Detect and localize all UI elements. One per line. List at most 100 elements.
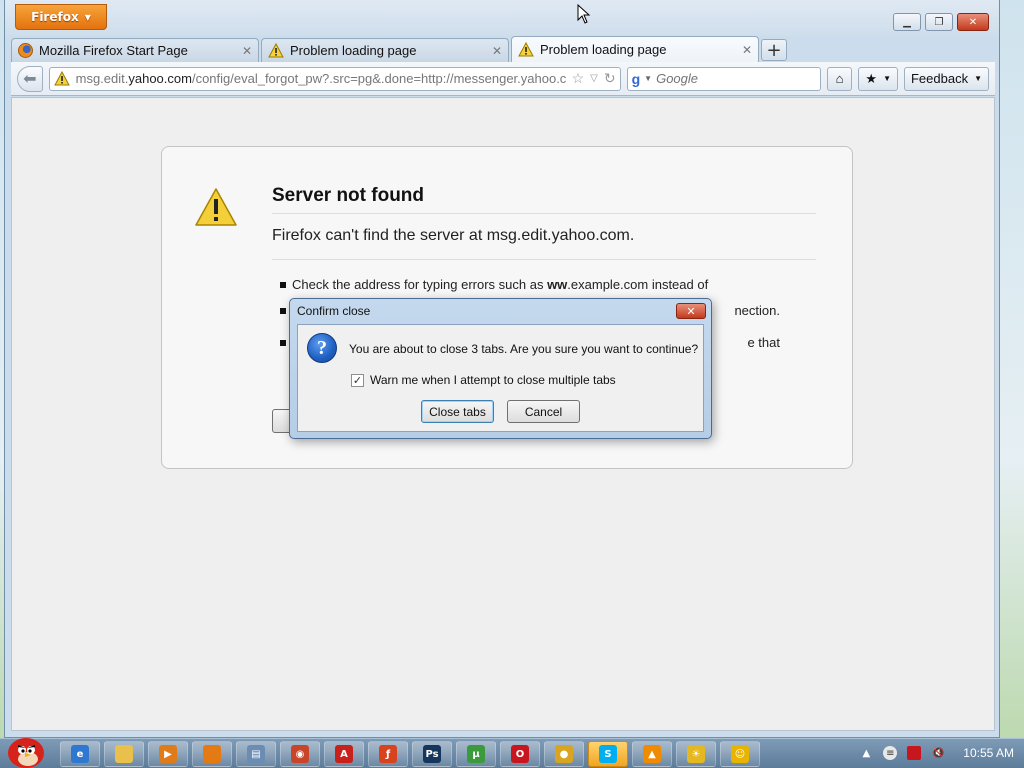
google-icon[interactable]: g [632,71,641,87]
bookmarks-star-icon: ★ [865,70,878,86]
chevron-down-icon[interactable]: ▼ [644,74,652,83]
minimize-icon: ▁ [903,16,911,28]
taskbar-item-internet-explorer[interactable]: e [60,741,100,767]
cancel-button[interactable]: Cancel [507,400,580,423]
tab-title: Mozilla Firefox Start Page [39,43,188,58]
mouse-cursor-icon [577,4,591,24]
url-bar[interactable]: msg.edit.yahoo.com/config/eval_forgot_pw… [48,66,621,91]
tab-problem-loading-2[interactable]: Problem loading page ✕ [511,36,759,62]
warn-checkbox-label[interactable]: Warn me when I attempt to close multiple… [370,373,616,387]
navigation-toolbar: ⬅ msg.edit.yahoo.com/config/eval_forgot_… [11,62,995,96]
title-bar: Firefox ▼ ▁ ❐ ✕ [5,0,999,36]
confirm-close-dialog: Confirm close ✕ ? You are about to close… [289,298,712,439]
acrobat-icon: A [335,745,353,763]
dialog-title: Confirm close [297,304,371,318]
firefox-menu-button[interactable]: Firefox ▼ [15,4,107,30]
media-player-icon: ▶ [159,745,177,763]
vlc-icon: ▲ [643,745,661,763]
flash-icon: ƒ [379,745,397,763]
clock[interactable]: 10:55 AM [963,746,1014,760]
url-domain: yahoo.com [128,71,192,86]
taskbar-item-opera[interactable]: O [500,741,540,767]
network-icon[interactable]: ≡ [883,746,898,760]
volume-muted-icon[interactable]: 🔇 [931,746,945,760]
close-icon: ✕ [686,304,696,318]
cancel-label: Cancel [524,404,563,419]
feedback-label: Feedback [910,71,969,86]
close-window-button[interactable]: ✕ [957,13,989,31]
error-title: Server not found [272,185,816,214]
dialog-body: ? You are about to close 3 tabs. Are you… [297,324,704,432]
firefox-icon [18,43,33,58]
app-icon: ▤ [247,745,265,763]
search-input[interactable] [656,71,835,86]
list-item-text: .example.com instead of [567,277,709,292]
warning-icon [268,43,284,58]
window-controls: ▁ ❐ ✕ [893,13,989,31]
feedback-button[interactable]: Feedback ▼ [903,66,989,91]
list-item: Check the address for typing errors such… [280,277,840,293]
home-button[interactable]: ⌂ [826,66,853,91]
restore-button[interactable]: ❐ [925,13,953,31]
taskbar-item-media-player[interactable]: ▶ [148,741,188,767]
taskbar-item-utorrent[interactable]: µ [456,741,496,767]
warn-checkbox[interactable]: ✓ [351,373,364,387]
bookmark-star-icon[interactable]: ☆ [572,70,585,87]
show-hidden-icons-icon[interactable]: ▲ [859,746,873,760]
tab-start-page[interactable]: Mozilla Firefox Start Page ✕ [11,38,259,62]
taskbar-item-vlc[interactable]: ▲ [632,741,672,767]
list-item-bold: ww [547,277,568,292]
taskbar-item-weather[interactable]: ☀ [676,741,716,767]
taskbar-item-app[interactable]: ▤ [236,741,276,767]
taskbar-item-flash[interactable]: ƒ [368,741,408,767]
list-item-text: Check the address for typing errors such… [292,277,548,292]
url-path: /config/eval_forgot_pw?.src=pg&.done=htt… [191,71,566,86]
bookmarks-button[interactable]: ★ ▼ [858,66,898,91]
warn-checkbox-row[interactable]: ✓ Warn me when I attempt to close multip… [351,373,616,387]
list-item-text: nection. [734,303,780,318]
taskbar-items: e ▶ ▤ ◉ Aƒ Ps µ O ● S ▲ ☀ ☺ [60,741,760,767]
search-bar[interactable]: g ▼ ⌕ [626,66,845,91]
taskbar-item-messenger[interactable]: ☺ [720,741,760,767]
tab-close-icon[interactable]: ✕ [242,44,252,58]
system-tray: ▲ ≡ 🔇 10:55 AM [859,746,1014,760]
tab-problem-loading-1[interactable]: Problem loading page ✕ [261,38,509,62]
media-disc-icon: ● [555,745,573,763]
angry-bird-start-icon[interactable] [4,733,46,768]
close-tabs-button[interactable]: Close tabs [421,400,494,423]
taskbar-item-browser-alt[interactable]: ◉ [280,741,320,767]
chevron-down-icon: ▼ [974,74,982,83]
chevron-down-icon: ▼ [883,74,891,83]
new-tab-button[interactable]: + [761,39,787,61]
warning-icon [518,42,534,57]
restore-icon: ❐ [934,16,944,28]
home-icon: ⌂ [835,71,844,86]
red-app-tray-icon[interactable] [907,746,922,760]
warning-icon [195,188,237,226]
url-text[interactable]: msg.edit.yahoo.com/config/eval_forgot_pw… [76,71,566,86]
taskbar-item-photoshop[interactable]: Ps [412,741,452,767]
taskbar-item-folder[interactable] [104,741,144,767]
back-button[interactable]: ⬅ [17,65,43,92]
taskbar-item-firefox[interactable] [192,741,232,767]
dialog-close-button[interactable]: ✕ [676,303,706,319]
tab-close-icon[interactable]: ✕ [492,44,502,58]
tab-title: Problem loading page [540,42,667,57]
firefox-menu-label: Firefox [31,10,79,24]
taskbar-item-acrobat[interactable]: A [324,741,364,767]
minimize-button[interactable]: ▁ [893,13,921,31]
url-dropdown-icon[interactable]: ▽ [590,73,598,84]
taskbar-item-skype[interactable]: S [588,741,628,767]
dialog-message: You are about to close 3 tabs. Are you s… [349,342,699,356]
taskbar-item-media-disc[interactable]: ● [544,741,584,767]
taskbar: e ▶ ▤ ◉ Aƒ Ps µ O ● S ▲ ☀ ☺ ▲ ≡ 🔇 10:55 AM [0,738,1024,768]
browser-alt-icon: ◉ [291,745,309,763]
firefox-icon [203,745,221,763]
list-item-text: e that [747,335,780,350]
reload-icon[interactable]: ↻ [604,70,616,87]
back-arrow-icon: ⬅ [23,69,37,88]
question-icon: ? [307,333,337,363]
internet-explorer-icon: e [71,745,89,763]
error-description: Firefox can't find the server at msg.edi… [272,227,816,260]
tab-close-icon[interactable]: ✕ [742,43,752,57]
